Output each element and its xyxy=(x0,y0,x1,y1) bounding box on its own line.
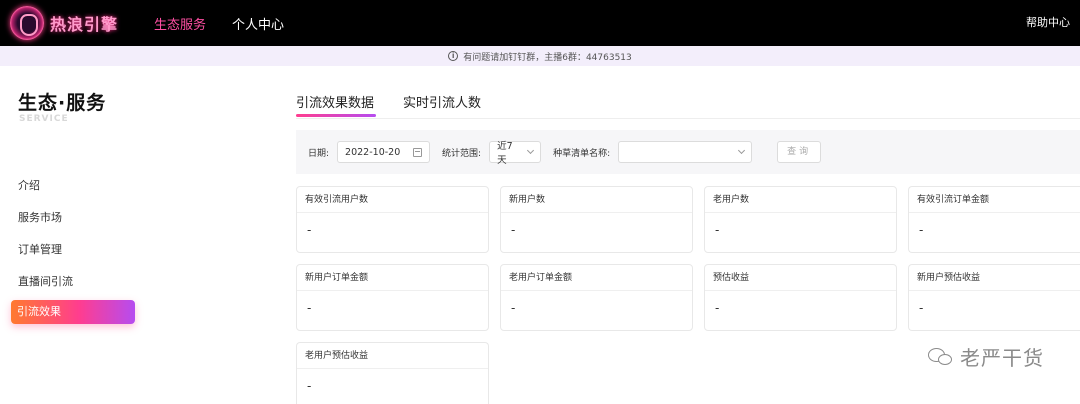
main-nav: 生态服务 个人中心 xyxy=(154,14,310,33)
stat-card-title: 新用户订单金额 xyxy=(297,265,488,291)
sidebar-item-order-management[interactable]: 订单管理 xyxy=(18,241,62,257)
list-name-select[interactable] xyxy=(618,141,753,163)
stat-card-valid-traffic-users: 有效引流用户数 - xyxy=(296,186,489,253)
stat-card-title: 老用户数 xyxy=(705,187,896,213)
stat-card-title: 有效引流订单金额 xyxy=(909,187,1080,213)
sidebar-subtitle: SERVICE xyxy=(19,114,69,124)
stat-card-value: - xyxy=(715,301,720,315)
range-label: 统计范围: xyxy=(442,148,482,159)
sidebar-title: 生态·服务 xyxy=(18,92,107,114)
stat-card-value: - xyxy=(511,301,516,315)
stat-card-new-user-estimated-revenue: 新用户预估收益 - xyxy=(908,264,1080,331)
stat-card-title: 预估收益 xyxy=(705,265,896,291)
notice-bar: i 有问题请加钉钉群，主播6群：44763513 xyxy=(0,46,1080,66)
filter-bar: 日期: 2022-10-20 统计范围: 近7天 种草清单名称: 查询 xyxy=(296,130,1080,174)
chevron-down-icon xyxy=(527,146,535,155)
logo-icon xyxy=(10,6,44,40)
stat-card-value: - xyxy=(307,379,312,393)
tab-traffic-effect-data[interactable]: 引流效果数据 xyxy=(296,92,374,111)
stat-card-value: - xyxy=(919,301,924,315)
tab-bar: 引流效果数据 实时引流人数 xyxy=(296,66,1080,119)
wechat-icon xyxy=(928,346,954,368)
stat-card-value: - xyxy=(307,301,312,315)
date-picker[interactable]: 2022-10-20 xyxy=(337,141,431,163)
notice-text: 有问题请加钉钉群，主播6群：44763513 xyxy=(463,52,632,63)
info-icon: i xyxy=(448,51,459,61)
top-navbar: 热浪引擎 生态服务 个人中心 帮助中心 xyxy=(0,0,1080,46)
query-button[interactable]: 查询 xyxy=(777,141,822,163)
sidebar-item-traffic-effect[interactable]: 引流效果 xyxy=(11,300,135,324)
sidebar-item-service-market[interactable]: 服务市场 xyxy=(18,209,62,225)
stat-card-old-user-estimated-revenue: 老用户预估收益 - xyxy=(296,342,489,404)
nav-item-personal-center[interactable]: 个人中心 xyxy=(232,14,284,33)
list-name-label: 种草清单名称: xyxy=(553,148,611,159)
stat-card-new-user-order-amount: 新用户订单金额 - xyxy=(296,264,489,331)
stat-card-value: - xyxy=(307,223,312,237)
stat-card-estimated-revenue: 预估收益 - xyxy=(704,264,897,331)
sidebar: 生态·服务 SERVICE 介绍 服务市场 订单管理 直播间引流 引流效果 xyxy=(0,66,150,404)
sidebar-item-live-traffic[interactable]: 直播间引流 xyxy=(18,273,73,289)
sidebar-item-intro[interactable]: 介绍 xyxy=(18,177,40,193)
range-select[interactable]: 近7天 xyxy=(489,141,542,166)
calendar-icon xyxy=(413,147,423,157)
help-center-link[interactable]: 帮助中心 xyxy=(1026,14,1070,30)
stat-card-new-users: 新用户数 - xyxy=(500,186,693,253)
stat-card-valid-order-amount: 有效引流订单金额 - xyxy=(908,186,1080,253)
stat-card-title: 老用户订单金额 xyxy=(501,265,692,291)
tab-realtime-traffic-count[interactable]: 实时引流人数 xyxy=(403,92,481,111)
stat-card-old-user-order-amount: 老用户订单金额 - xyxy=(500,264,693,331)
stat-card-title: 新用户预估收益 xyxy=(909,265,1080,291)
stat-card-old-users: 老用户数 - xyxy=(704,186,897,253)
stat-card-value: - xyxy=(715,223,720,237)
date-label: 日期: xyxy=(308,148,330,159)
active-tab-indicator xyxy=(296,114,376,117)
chevron-down-icon xyxy=(738,146,746,155)
range-value: 近7天 xyxy=(497,141,513,166)
watermark: 老严干货 xyxy=(928,342,1044,371)
stat-card-value: - xyxy=(919,223,924,237)
stat-card-title: 老用户预估收益 xyxy=(297,343,488,369)
date-value: 2022-10-20 xyxy=(345,146,401,158)
nav-item-ecosystem-service[interactable]: 生态服务 xyxy=(154,14,206,33)
stat-card-title: 新用户数 xyxy=(501,187,692,213)
brand-logo[interactable]: 热浪引擎 xyxy=(10,6,140,40)
stat-card-value: - xyxy=(511,223,516,237)
stat-card-title: 有效引流用户数 xyxy=(297,187,488,213)
watermark-text: 老严干货 xyxy=(960,346,1044,370)
logo-text: 热浪引擎 xyxy=(50,15,119,34)
